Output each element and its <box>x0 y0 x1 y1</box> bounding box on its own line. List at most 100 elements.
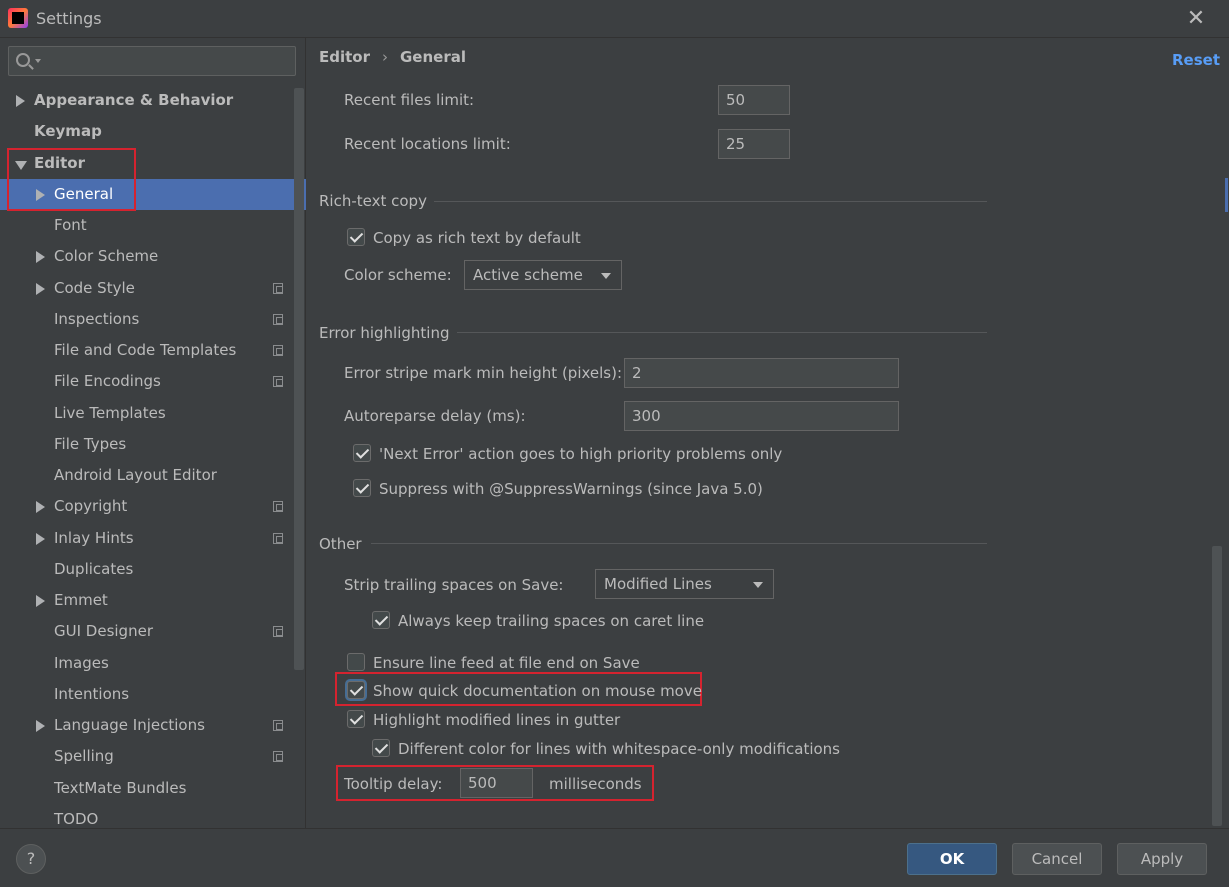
sidebar-item-label: File and Code Templates <box>54 341 237 359</box>
section-title-other: Other <box>319 535 362 553</box>
sidebar-item-inspections[interactable]: Inspections <box>0 304 306 335</box>
color-scheme-label: Color scheme: <box>344 266 452 284</box>
recent-files-input[interactable]: 50 <box>718 85 790 115</box>
sidebar-scrollbar[interactable] <box>294 88 304 670</box>
sidebar-item-label: File Encodings <box>54 372 161 390</box>
section-title-error-highlighting: Error highlighting <box>319 324 450 342</box>
sidebar-item-label: GUI Designer <box>54 622 153 640</box>
sidebar-item-label: Keymap <box>34 122 102 140</box>
project-scope-icon <box>273 626 283 637</box>
sidebar-item-keymap[interactable]: Keymap <box>0 116 306 147</box>
close-icon[interactable]: ✕ <box>1184 7 1208 31</box>
whitespace-color-checkbox[interactable] <box>372 739 390 757</box>
sidebar-item-intentions[interactable]: Intentions <box>0 679 306 710</box>
chevron-right-icon[interactable] <box>36 251 45 263</box>
copy-rich-text-label: Copy as rich text by default <box>373 229 581 247</box>
highlight-modified-checkbox[interactable] <box>347 710 365 728</box>
next-error-label: 'Next Error' action goes to high priorit… <box>379 445 783 463</box>
quick-doc-checkbox[interactable] <box>347 681 365 699</box>
breadcrumb-separator-icon: › <box>382 48 388 66</box>
next-error-checkbox[interactable] <box>353 444 371 462</box>
project-scope-icon <box>273 376 283 387</box>
sidebar-item-label: General <box>54 185 114 203</box>
chevron-down-icon <box>753 582 763 588</box>
sidebar-item-emmet[interactable]: Emmet <box>0 585 306 616</box>
chevron-right-icon[interactable] <box>16 95 25 107</box>
sidebar-item-images[interactable]: Images <box>0 648 306 679</box>
sidebar-item-copyright[interactable]: Copyright <box>0 491 306 522</box>
suppress-warnings-checkbox[interactable] <box>353 479 371 497</box>
sidebar-item-file-encodings[interactable]: File Encodings <box>0 366 306 397</box>
sidebar-item-live-templates[interactable]: Live Templates <box>0 398 306 429</box>
cancel-button[interactable]: Cancel <box>1012 843 1102 875</box>
sidebar-item-inlay-hints[interactable]: Inlay Hints <box>0 523 306 554</box>
reset-link[interactable]: Reset <box>1172 51 1220 69</box>
window-title: Settings <box>36 9 102 28</box>
chevron-right-icon[interactable] <box>36 283 45 295</box>
sidebar-item-file-types[interactable]: File Types <box>0 429 306 460</box>
section-divider <box>457 332 987 333</box>
sidebar-item-general[interactable]: General <box>0 179 306 210</box>
sidebar-item-textmate-bundles[interactable]: TextMate Bundles <box>0 773 306 804</box>
chevron-down-icon[interactable] <box>15 161 27 170</box>
sidebar-item-color-scheme[interactable]: Color Scheme <box>0 241 306 272</box>
line-feed-checkbox[interactable] <box>347 653 365 671</box>
search-box[interactable] <box>8 46 296 76</box>
sidebar-item-code-style[interactable]: Code Style <box>0 273 306 304</box>
sidebar-item-appearance-behavior[interactable]: Appearance & Behavior <box>0 85 306 116</box>
suppress-warnings-label: Suppress with @SuppressWarnings (since J… <box>379 480 763 498</box>
highlight-modified-label: Highlight modified lines in gutter <box>373 711 621 729</box>
keep-trailing-checkbox[interactable] <box>372 611 390 629</box>
sidebar-item-spelling[interactable]: Spelling <box>0 741 306 772</box>
scroll-position-marker <box>1225 178 1228 212</box>
sidebar-item-label: File Types <box>54 435 127 453</box>
sidebar-item-label: Intentions <box>54 685 130 703</box>
sidebar-item-label: Appearance & Behavior <box>34 91 234 109</box>
sidebar-item-label: Font <box>54 216 87 234</box>
chevron-right-icon[interactable] <box>36 501 45 513</box>
search-input[interactable] <box>45 49 290 73</box>
color-scheme-dropdown[interactable]: Active scheme <box>464 260 622 290</box>
project-scope-icon <box>273 501 283 512</box>
help-button[interactable]: ? <box>16 844 46 874</box>
sidebar-item-editor[interactable]: Editor <box>0 148 306 179</box>
chevron-down-icon <box>601 273 611 279</box>
search-history-caret-icon[interactable] <box>35 59 41 63</box>
project-scope-icon <box>273 751 283 762</box>
sidebar-item-language-injections[interactable]: Language Injections <box>0 710 306 741</box>
project-scope-icon <box>273 283 283 294</box>
strip-trailing-label: Strip trailing spaces on Save: <box>344 576 564 594</box>
breadcrumb-parent[interactable]: Editor <box>319 48 370 66</box>
recent-files-label: Recent files limit: <box>344 91 475 109</box>
recent-locations-input[interactable]: 25 <box>718 129 790 159</box>
chevron-right-icon[interactable] <box>36 595 45 607</box>
sidebar-item-label: Code Style <box>54 279 135 297</box>
chevron-right-icon[interactable] <box>36 533 45 545</box>
error-stripe-input[interactable]: 2 <box>624 358 899 388</box>
apply-button[interactable]: Apply <box>1117 843 1207 875</box>
sidebar-item-font[interactable]: Font <box>0 210 306 241</box>
sidebar-item-duplicates[interactable]: Duplicates <box>0 554 306 585</box>
autoreparse-input[interactable]: 300 <box>624 401 899 431</box>
sidebar-item-label: Color Scheme <box>54 247 159 265</box>
content-scrollbar[interactable] <box>1212 546 1222 826</box>
strip-trailing-dropdown[interactable]: Modified Lines <box>595 569 774 599</box>
project-scope-icon <box>273 533 283 544</box>
quick-doc-label: Show quick documentation on mouse move <box>373 682 702 700</box>
tooltip-delay-input[interactable]: 500 <box>460 768 533 798</box>
sidebar-item-label: Emmet <box>54 591 108 609</box>
sidebar-item-android-layout-editor[interactable]: Android Layout Editor <box>0 460 306 491</box>
recent-locations-label: Recent locations limit: <box>344 135 511 153</box>
ok-button[interactable]: OK <box>907 843 997 875</box>
sidebar-item-label: Copyright <box>54 497 128 515</box>
sidebar-item-gui-designer[interactable]: GUI Designer <box>0 616 306 647</box>
sidebar-item-file-and-code-templates[interactable]: File and Code Templates <box>0 335 306 366</box>
chevron-right-icon[interactable] <box>36 189 45 201</box>
dialog-footer: ? OK Cancel Apply <box>0 828 1229 887</box>
copy-rich-text-checkbox[interactable] <box>347 228 365 246</box>
error-stripe-label: Error stripe mark min height (pixels): <box>344 364 623 382</box>
breadcrumb: Editor › General <box>319 48 466 66</box>
sidebar-item-label: Inspections <box>54 310 140 328</box>
chevron-right-icon[interactable] <box>36 720 45 732</box>
sidebar-item-label: Live Templates <box>54 404 166 422</box>
